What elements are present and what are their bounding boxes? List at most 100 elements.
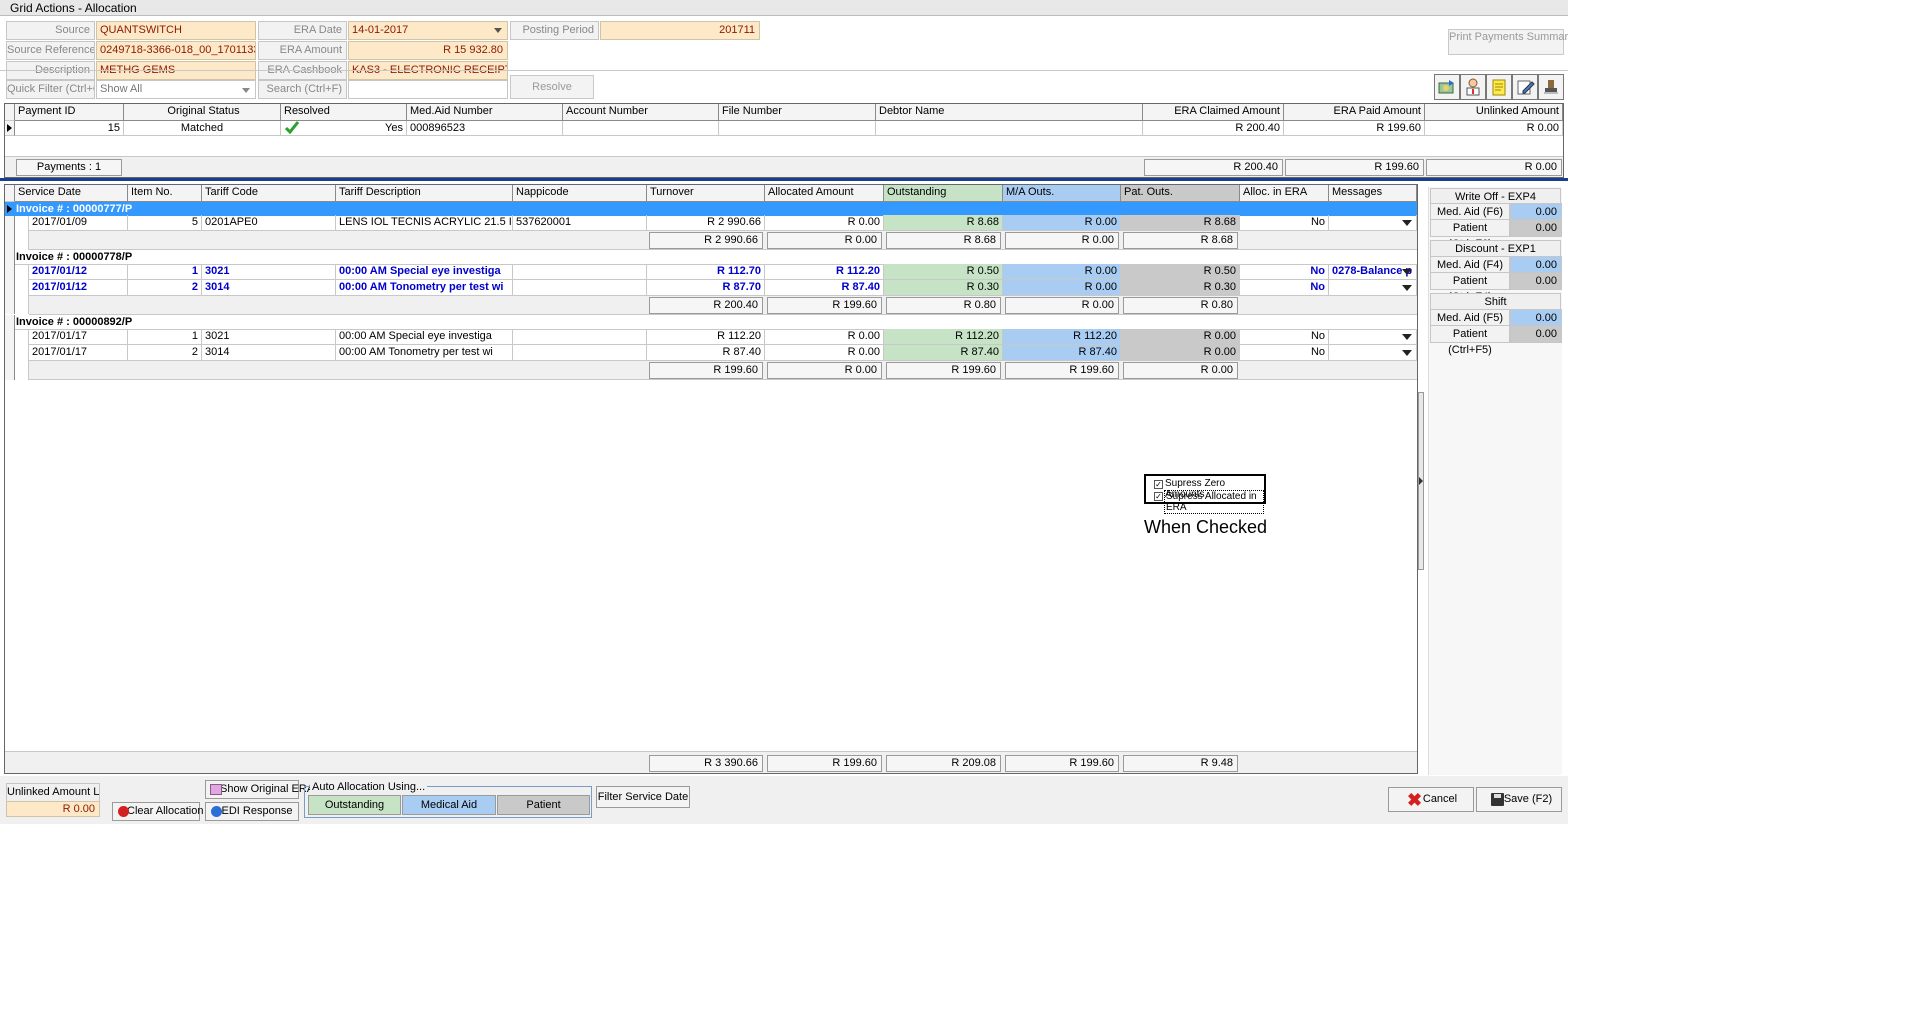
edit-document-icon[interactable] (1512, 74, 1538, 100)
cancel-button[interactable]: ✖ Cancel (1388, 787, 1474, 812)
col-alloc-in-era[interactable]: Alloc. in ERA (1240, 185, 1329, 202)
table-row[interactable]: 2017/01/09 5 0201APE0 LENS IOL TECNIS AC… (29, 215, 1417, 231)
grand-total-turnover: R 3 390.66 (649, 755, 763, 772)
alloc-in-era-cell[interactable]: No (1240, 264, 1329, 280)
money-transfer-icon[interactable] (1434, 74, 1460, 100)
posting-period-field[interactable]: 201711 (600, 21, 760, 40)
col-pat-outs[interactable]: Pat. Outs. (1121, 185, 1240, 202)
col-era-paid-amount[interactable]: ERA Paid Amount (1284, 104, 1425, 121)
discount-patient-button[interactable]: Patient (Ctrl+F4) (1430, 272, 1510, 303)
chevron-right-icon[interactable] (1419, 477, 1423, 485)
clear-allocation-button[interactable]: Clear Allocation (112, 802, 203, 821)
resolve-button[interactable]: Resolve (510, 75, 594, 99)
supress-zero-checkbox[interactable]: ✓ (1154, 480, 1163, 489)
writeoff-patient-button[interactable]: Patient (Ctrl+F6) (1430, 219, 1510, 250)
row-selector[interactable] (5, 250, 15, 265)
alloc-in-era-cell[interactable]: No (1240, 215, 1329, 231)
splitter[interactable] (0, 178, 1568, 181)
row-selector[interactable] (5, 121, 15, 136)
chevron-down-icon[interactable] (1402, 334, 1412, 340)
table-row[interactable]: 2017/01/17 2 3014 00:00 AM Tonometry per… (29, 345, 1417, 361)
col-era-claimed-amount[interactable]: ERA Claimed Amount (1143, 104, 1284, 121)
row-selector[interactable] (7, 205, 12, 213)
alloc-in-era-cell[interactable]: No (1240, 345, 1329, 361)
source-field[interactable]: QUANTSWITCH (96, 21, 256, 40)
invoice-group-header[interactable]: Invoice # : 00000892/P (5, 315, 1417, 330)
supress-allocated-checkbox[interactable]: ✓ (1154, 492, 1163, 501)
messages-dropdown[interactable] (1329, 329, 1417, 345)
col-payment-id[interactable]: Payment ID (15, 104, 124, 121)
allocated-amount-cell[interactable]: R 0.00 (765, 345, 884, 361)
save-button[interactable]: Save (F2) (1476, 787, 1562, 812)
unlinked-cell: R 0.00 (1425, 121, 1563, 136)
chevron-down-icon[interactable] (242, 88, 250, 93)
shift-patient-button[interactable]: Patient (Ctrl+F5) (1430, 325, 1510, 356)
col-ma-outs[interactable]: M/A Outs. (1003, 185, 1121, 202)
invoice-group-header[interactable]: Invoice # : 00000777/P (5, 202, 1417, 216)
era-amount-field[interactable]: R 15 932.80 (348, 41, 508, 60)
invoice-group-header[interactable]: Invoice # : 00000778/P (5, 250, 1417, 265)
allocated-amount-cell[interactable]: R 0.00 (765, 215, 884, 231)
group-indent (5, 265, 15, 314)
search-input[interactable] (348, 80, 508, 99)
chevron-down-icon[interactable] (1402, 220, 1412, 226)
allocated-amount-cell[interactable]: R 87.40 (765, 280, 884, 296)
alloc-in-era-cell[interactable]: No (1240, 329, 1329, 345)
grand-total-outstanding: R 209.08 (886, 755, 1001, 772)
supress-options-box: ✓ Supress Zero Amounts ✓ Supress Allocat… (1144, 474, 1266, 514)
discount-patient-value[interactable]: 0.00 (1510, 272, 1562, 290)
col-outstanding[interactable]: Outstanding (884, 185, 1003, 202)
chevron-down-icon[interactable] (494, 28, 502, 33)
print-payments-summary-button[interactable]: Print Payments Summary (1448, 29, 1574, 55)
col-original-status[interactable]: Original Status (124, 104, 281, 121)
col-service-date[interactable]: Service Date (15, 185, 128, 202)
col-resolved[interactable]: Resolved (281, 104, 407, 121)
chevron-down-icon[interactable] (1402, 285, 1412, 291)
col-item-no[interactable]: Item No. (128, 185, 202, 202)
table-row[interactable]: 2017/01/12 2 3014 00:00 AM Tonometry per… (29, 280, 1417, 296)
payment-row[interactable]: 15 Matched Yes 000896523 R 200.40 R 199.… (5, 121, 1563, 136)
alloc-in-era-cell[interactable]: No (1240, 280, 1329, 296)
service-date-cell: 2017/01/12 (29, 264, 128, 280)
note-icon[interactable] (1486, 74, 1512, 100)
filter-service-date-button[interactable]: Filter Service Date (596, 786, 690, 808)
messages-dropdown[interactable]: 0278-Balance p (1329, 264, 1417, 280)
side-panel-collapse-handle[interactable] (1418, 392, 1424, 570)
chevron-down-icon[interactable] (1402, 269, 1412, 275)
auto-outstanding-button[interactable]: Outstanding (308, 795, 401, 815)
outstanding-cell: R 0.50 (884, 264, 1003, 280)
show-original-era-button[interactable]: Show Original ERA (205, 780, 314, 799)
edi-response-button[interactable]: EDI Response (205, 802, 299, 821)
col-tariff-code[interactable]: Tariff Code (202, 185, 336, 202)
table-row[interactable]: 2017/01/12 1 3021 00:00 AM Special eye i… (29, 264, 1417, 280)
col-nappicode[interactable]: Nappicode (513, 185, 647, 202)
source-reference-field[interactable]: 0249718-3366-018_00_170113300 (96, 41, 256, 60)
col-med-aid-number[interactable]: Med.Aid Number (407, 104, 563, 121)
total-pat-outs: R 0.00 (1123, 362, 1238, 379)
messages-dropdown[interactable] (1329, 280, 1417, 296)
row-selector[interactable] (5, 315, 15, 330)
col-tariff-description[interactable]: Tariff Description (336, 185, 513, 202)
col-unlinked-amount[interactable]: Unlinked Amount (1425, 104, 1563, 121)
messages-dropdown[interactable] (1329, 345, 1417, 361)
col-debtor-name[interactable]: Debtor Name (876, 104, 1143, 121)
show-original-era-label: Show Original ERA (220, 783, 315, 795)
col-file-number[interactable]: File Number (719, 104, 876, 121)
messages-dropdown[interactable] (1329, 215, 1417, 231)
shift-patient-value[interactable]: 0.00 (1510, 325, 1562, 343)
chevron-down-icon[interactable] (1402, 350, 1412, 356)
col-account-number[interactable]: Account Number (563, 104, 719, 121)
writeoff-patient-value[interactable]: 0.00 (1510, 219, 1562, 237)
col-allocated-amount[interactable]: Allocated Amount (765, 185, 884, 202)
col-messages[interactable]: Messages (1329, 185, 1417, 202)
era-date-field[interactable]: 14-01-2017 (348, 21, 508, 40)
quick-filter-select[interactable]: Show All (96, 80, 256, 99)
allocated-amount-cell[interactable]: R 112.20 (765, 264, 884, 280)
allocated-amount-cell[interactable]: R 0.00 (765, 329, 884, 345)
stamp-icon[interactable] (1538, 74, 1564, 100)
auto-medical-aid-button[interactable]: Medical Aid (402, 795, 496, 815)
col-turnover[interactable]: Turnover (647, 185, 765, 202)
table-row[interactable]: 2017/01/17 1 3021 00:00 AM Special eye i… (29, 329, 1417, 345)
user-doctor-icon[interactable] (1460, 74, 1486, 100)
auto-patient-button[interactable]: Patient (497, 795, 590, 815)
